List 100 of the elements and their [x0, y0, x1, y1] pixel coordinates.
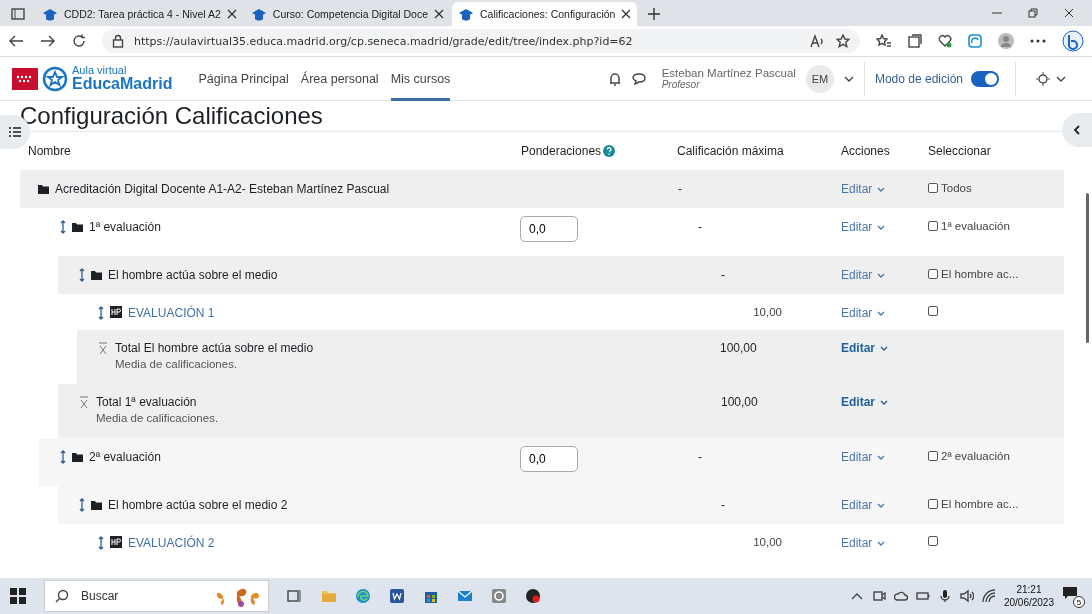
category-name: 1ª evaluación — [89, 220, 161, 234]
checkbox[interactable] — [928, 536, 938, 546]
extension-icon[interactable] — [968, 34, 982, 48]
drag-handle-icon[interactable] — [79, 268, 85, 282]
speaker-icon[interactable] — [959, 589, 974, 603]
mail-icon[interactable] — [457, 588, 473, 604]
chevron-down-icon — [877, 502, 886, 508]
favorites-icon[interactable] — [876, 34, 892, 48]
max-grade: - — [678, 182, 682, 196]
edit-menu-button[interactable]: Editar — [841, 341, 888, 355]
edit-menu-button[interactable]: Editar — [841, 182, 886, 196]
chevron-left-icon — [1074, 125, 1080, 135]
windows-start-icon[interactable] — [10, 588, 26, 604]
edit-menu-button[interactable]: Editar — [841, 536, 886, 550]
max-grade: - — [721, 268, 725, 282]
word-icon[interactable] — [389, 588, 405, 604]
refresh-icon[interactable] — [72, 34, 86, 48]
edit-menu-button[interactable]: Editar — [841, 220, 886, 234]
edit-menu-button[interactable]: Editar — [841, 450, 886, 464]
close-icon[interactable] — [621, 9, 632, 19]
mortarboard-icon — [458, 7, 475, 21]
browser-tab[interactable]: Calificaciones: Configuración — [452, 2, 638, 26]
close-icon[interactable] — [226, 9, 237, 19]
checkbox[interactable] — [928, 451, 938, 461]
bell-icon[interactable] — [607, 71, 622, 86]
heart-icon[interactable] — [938, 34, 952, 48]
chevron-down-icon — [877, 224, 886, 230]
grade-item-link[interactable]: EVALUACIÓN 1 — [128, 306, 215, 320]
close-icon[interactable] — [434, 9, 445, 19]
column-header: Seleccionar — [928, 144, 991, 158]
drag-handle-icon[interactable] — [60, 220, 66, 234]
close-icon[interactable] — [1064, 8, 1074, 18]
new-tab-icon[interactable] — [647, 7, 662, 21]
collections-icon[interactable] — [908, 34, 922, 48]
wifi-icon[interactable] — [981, 589, 996, 603]
max-grade: 100,00 — [721, 395, 758, 409]
column-header: Acciones — [841, 144, 890, 158]
user-name: Esteban Martínez Pascual — [661, 66, 796, 80]
max-grade: 10,00 — [753, 306, 782, 318]
checkbox[interactable] — [928, 183, 938, 193]
back-icon[interactable] — [8, 34, 24, 48]
record-app-icon[interactable] — [525, 588, 541, 604]
edit-menu-button[interactable]: Editar — [841, 306, 886, 320]
folder-icon — [91, 270, 102, 280]
taskbar-search-box[interactable]: Buscar — [44, 580, 269, 612]
edit-menu-button[interactable]: Editar — [841, 498, 886, 512]
column-header: Nombre — [28, 144, 71, 158]
battery-icon[interactable] — [915, 589, 930, 603]
google-app-icon[interactable] — [491, 588, 507, 604]
drag-handle-icon[interactable] — [79, 498, 85, 512]
cloud-icon[interactable] — [893, 589, 908, 603]
grade-item-link[interactable]: EVALUACIÓN 2 — [128, 536, 215, 550]
block-drawer-button[interactable] — [1062, 113, 1092, 147]
browser-tab[interactable]: Curso: Competencia Digital Doce — [244, 2, 451, 26]
total-description: Media de calificaciones. — [96, 412, 219, 424]
user-avatar[interactable]: EM — [805, 64, 834, 93]
star-icon[interactable] — [836, 34, 850, 48]
logo-title: EducaMadrid — [72, 76, 173, 92]
sun-icon[interactable] — [1036, 71, 1050, 86]
max-grade: - — [698, 220, 702, 234]
taskbar-search-field[interactable]: Buscar — [79, 588, 203, 604]
scrollbar-thumb[interactable] — [1086, 193, 1089, 343]
task-view-icon[interactable] — [287, 588, 303, 604]
edit-menu-button[interactable]: Editar — [841, 395, 888, 409]
notifications-icon[interactable] — [1062, 586, 1078, 600]
drag-handle-icon[interactable] — [98, 536, 104, 550]
edit-mode-toggle[interactable] — [971, 70, 999, 87]
restore-icon[interactable] — [1028, 8, 1038, 18]
chevron-down-icon — [877, 454, 886, 460]
max-grade: - — [721, 498, 725, 512]
drag-handle-icon[interactable] — [98, 306, 104, 320]
address-bar[interactable]: https://aulavirtual35.educa.madrid.org/cp.seneca.madrid/grade/edit/tree/index.php?id=62 — [102, 29, 860, 53]
meet-icon[interactable] — [871, 589, 886, 603]
edge-browser-icon[interactable] — [355, 588, 371, 604]
column-header: Calificación máxima — [677, 144, 784, 158]
checkbox[interactable] — [928, 269, 938, 279]
nav-link[interactable]: Mis cursos — [390, 56, 451, 101]
total-description: Media de calificaciones. — [115, 358, 239, 370]
chevron-down-icon — [880, 399, 888, 405]
checkbox[interactable] — [928, 499, 938, 509]
browser-tab[interactable]: CDD2: Tarea práctica 4 - Nivel A2 — [36, 2, 243, 26]
nav-link[interactable]: Página Principal — [198, 56, 289, 101]
sidebar-logo-icon[interactable] — [1062, 30, 1084, 52]
weight-input[interactable]: 0,0 — [520, 446, 578, 472]
checkbox[interactable] — [928, 306, 938, 316]
help-icon[interactable] — [603, 145, 616, 157]
drag-handle-icon[interactable] — [60, 450, 66, 464]
forward-icon[interactable] — [40, 34, 56, 48]
profile-avatar-icon[interactable] — [998, 33, 1014, 49]
more-icon[interactable] — [1030, 39, 1046, 43]
checkbox[interactable] — [928, 221, 938, 231]
chevron-down-icon[interactable] — [1056, 75, 1066, 82]
weight-input[interactable]: 0,0 — [520, 216, 578, 242]
nav-link[interactable]: Área personal — [300, 56, 379, 101]
chevron-down-icon[interactable] — [843, 75, 854, 82]
tab-actions-icon[interactable] — [10, 6, 26, 22]
chat-icon[interactable] — [631, 72, 646, 85]
microphone-icon[interactable] — [937, 589, 952, 603]
read-aloud-icon[interactable] — [810, 34, 826, 48]
edit-menu-button[interactable]: Editar — [841, 268, 886, 282]
